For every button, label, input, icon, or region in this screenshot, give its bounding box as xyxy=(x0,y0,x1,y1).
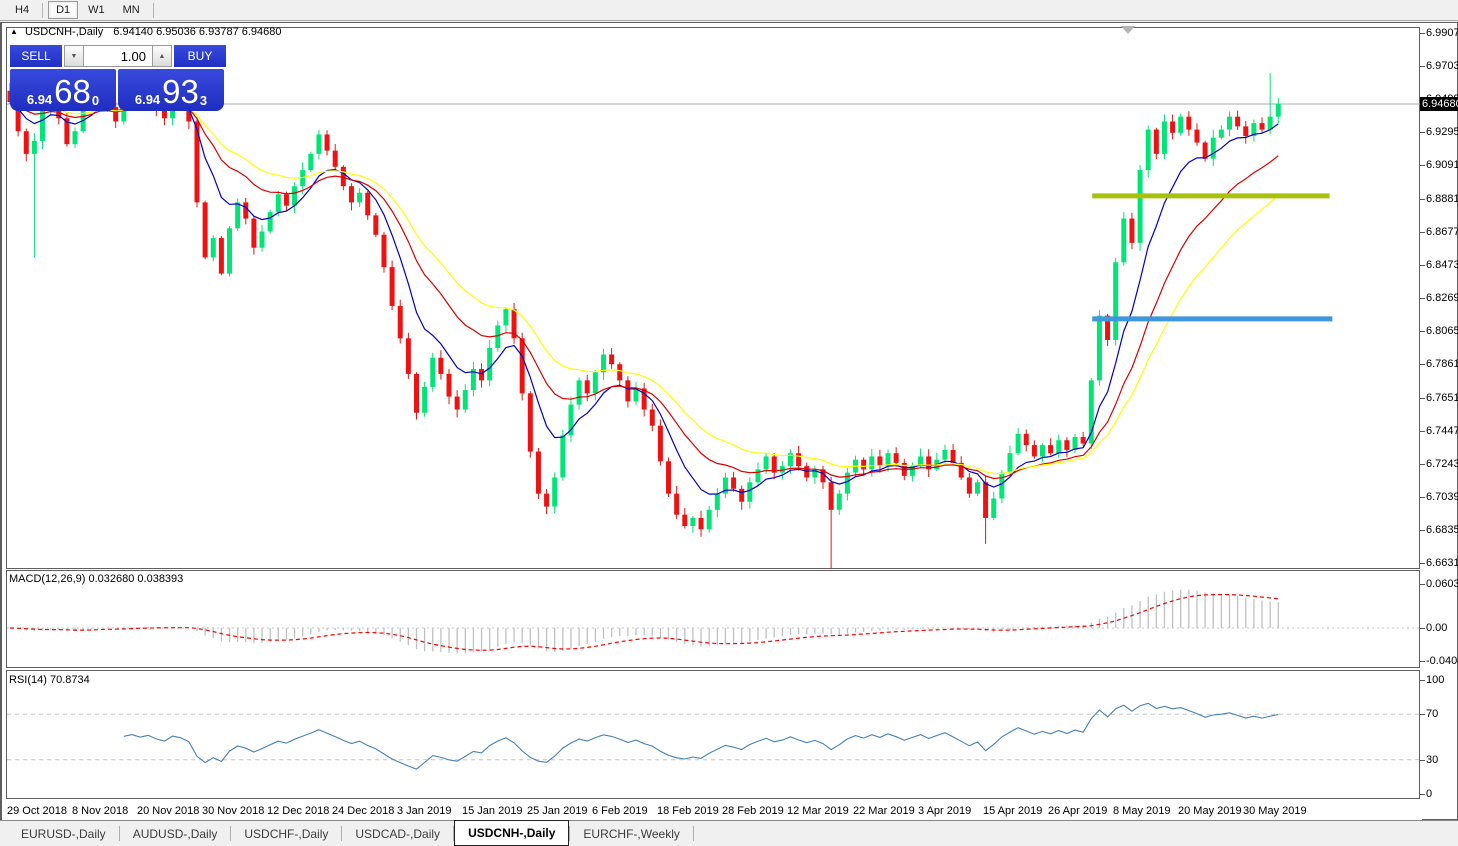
price-axis-label: 6.76510 xyxy=(1426,392,1458,405)
sell-price-big: 68 xyxy=(54,77,91,107)
chart-tab-usdchf-daily[interactable]: USDCHF-,Daily xyxy=(231,821,341,846)
price-axis-label: 6.80650 xyxy=(1426,325,1458,338)
sell-button[interactable]: SELL xyxy=(10,45,62,67)
date-axis: 29 Oct 2018 8 Nov 2018 20 Nov 201830 Nov 2… xyxy=(2,799,1422,820)
one-click-trade-panel: SELL ▼ ▲ BUY 6.94 68 0 6.94 93 3 xyxy=(10,45,226,111)
buy-price-prefix: 6.94 xyxy=(135,92,160,107)
volume-input[interactable] xyxy=(84,45,152,67)
chart-tab-usdcad-daily[interactable]: USDCAD-,Daily xyxy=(342,821,453,846)
toolbar-separator xyxy=(153,3,154,18)
rsi-axis-label: 70 xyxy=(1426,708,1438,721)
date-axis-label: 15 Jan 2019 xyxy=(462,805,523,817)
timeframe-button-mn[interactable]: MN xyxy=(115,1,148,19)
date-axis-label: 29 Oct 2018 xyxy=(7,805,67,817)
date-axis-label: 6 Feb 2019 xyxy=(592,805,648,817)
chart-tab-audusd-daily[interactable]: AUDUSD-,Daily xyxy=(120,821,231,846)
buy-price-panel[interactable]: 6.94 93 3 xyxy=(118,69,224,111)
volume-increase-button[interactable]: ▲ xyxy=(152,45,172,67)
price-axis-label: 6.82690 xyxy=(1426,292,1458,305)
rsi-indicator-canvas[interactable] xyxy=(2,670,1458,799)
price-axis-label: 6.66310 xyxy=(1426,557,1458,570)
rsi-axis-label: 100 xyxy=(1426,674,1444,687)
date-axis-label: 3 Apr 2019 xyxy=(918,805,971,817)
price-axis-label: 6.74470 xyxy=(1426,425,1458,438)
toolbar-separator xyxy=(42,3,43,18)
macd-signal-line xyxy=(10,595,1278,651)
date-axis-label: 24 Dec 2018 xyxy=(332,805,394,817)
chart-tab-bar: EURUSD-,DailyAUDUSD-,DailyUSDCHF-,DailyU… xyxy=(0,820,1458,846)
date-axis-label: 26 Apr 2019 xyxy=(1048,805,1107,817)
chart-window: ▲ USDCNH-,Daily 6.94140 6.95036 6.93787 … xyxy=(0,22,1458,820)
price-axis-label: 6.86770 xyxy=(1426,226,1458,239)
price-axis-label: 6.84730 xyxy=(1426,259,1458,272)
date-axis-label: 22 Mar 2019 xyxy=(853,805,915,817)
chart-tab-eurchf-weekly[interactable]: EURCHF-,Weekly xyxy=(570,821,692,846)
date-axis-label: 12 Dec 2018 xyxy=(267,805,329,817)
macd-axis-label: 0.060342 xyxy=(1426,578,1458,591)
volume-decrease-button[interactable]: ▼ xyxy=(64,45,84,67)
macd-label: MACD(12,26,9) 0.032680 0.038393 xyxy=(9,573,183,585)
chart-ohlc-values: 6.94140 6.95036 6.93787 6.94680 xyxy=(113,26,281,38)
date-axis-label: 12 Mar 2019 xyxy=(787,805,849,817)
buy-price-big: 93 xyxy=(162,77,199,107)
date-axis-label: 15 Apr 2019 xyxy=(983,805,1042,817)
price-axis-label: 6.78610 xyxy=(1426,358,1458,371)
price-axis-label: 6.99070 xyxy=(1426,27,1458,40)
price-axis-label: 6.68350 xyxy=(1426,524,1458,537)
moving-average-slow xyxy=(10,102,1278,474)
moving-average-fast xyxy=(10,102,1278,494)
chart-title: USDCNH-,Daily xyxy=(25,26,103,38)
price-axis-label: 6.97030 xyxy=(1426,60,1458,73)
buy-price-sup: 3 xyxy=(200,95,207,107)
moving-average-medium xyxy=(10,102,1278,478)
rsi-label: RSI(14) 70.8734 xyxy=(9,674,90,686)
collapse-panel-icon[interactable]: ▲ xyxy=(10,27,18,36)
buy-button[interactable]: BUY xyxy=(174,45,226,67)
price-axis-label: 6.88810 xyxy=(1426,193,1458,206)
sell-price-prefix: 6.94 xyxy=(27,92,52,107)
rsi-axis-label: 30 xyxy=(1426,754,1438,767)
date-axis-label: 30 Nov 2018 xyxy=(202,805,264,817)
date-axis-label: 8 Nov 2018 xyxy=(72,805,128,817)
date-axis-label: 20 May 2019 xyxy=(1178,805,1242,817)
chart-header: ▲ USDCNH-,Daily 6.94140 6.95036 6.93787 … xyxy=(10,26,282,38)
price-axis-label: 6.90910 xyxy=(1426,159,1458,172)
date-axis-label: 25 Jan 2019 xyxy=(527,805,588,817)
chart-scroll-anchor-icon[interactable] xyxy=(1121,26,1135,34)
date-axis-label: 28 Feb 2019 xyxy=(722,805,784,817)
date-axis-label: 3 Jan 2019 xyxy=(397,805,451,817)
date-axis-label: 18 Feb 2019 xyxy=(657,805,719,817)
chart-tab-eurusd-daily[interactable]: EURUSD-,Daily xyxy=(8,821,119,846)
timeframe-toolbar: H4 D1W1MN xyxy=(0,0,1458,21)
price-axis-label: 6.72430 xyxy=(1426,458,1458,471)
sell-price-panel[interactable]: 6.94 68 0 xyxy=(10,69,116,111)
timeframe-button-h4[interactable]: H4 xyxy=(7,1,37,19)
macd-axis-label: -0.04041 xyxy=(1426,655,1458,668)
timeframe-button-d1[interactable]: D1 xyxy=(48,1,78,19)
price-axis-label: 6.70390 xyxy=(1426,491,1458,504)
chart-tab-usdcnh-daily[interactable]: USDCNH-,Daily xyxy=(454,820,569,846)
macd-axis-label: 0.00 xyxy=(1426,622,1447,635)
tab-separator xyxy=(693,826,694,841)
rsi-line xyxy=(124,703,1279,769)
price-axis-label: 6.92950 xyxy=(1426,126,1458,139)
date-axis-label: 8 May 2019 xyxy=(1113,805,1170,817)
rsi-axis-label: 0 xyxy=(1426,788,1432,801)
macd-indicator-canvas[interactable] xyxy=(2,570,1458,668)
current-price-badge: 6.94680 xyxy=(1420,97,1458,111)
date-axis-label: 20 Nov 2018 xyxy=(137,805,199,817)
sell-price-sup: 0 xyxy=(92,95,99,107)
date-axis-label: 30 May 2019 xyxy=(1243,805,1307,817)
timeframe-button-w1[interactable]: W1 xyxy=(80,1,113,19)
